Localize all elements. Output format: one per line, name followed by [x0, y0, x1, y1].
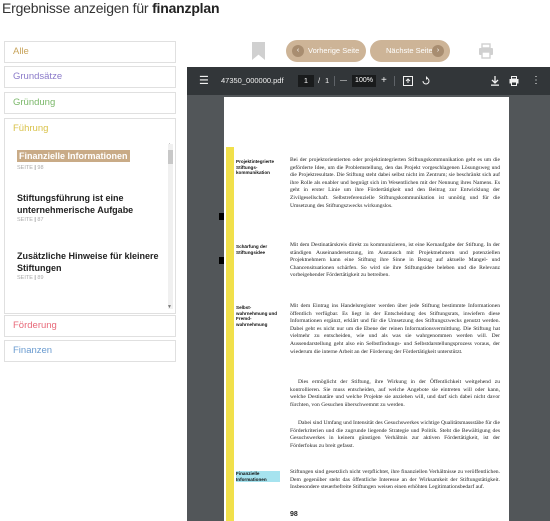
- result-page: SEITE | 89: [17, 275, 44, 281]
- page-total: 1: [325, 76, 330, 85]
- paragraph: Mit dem Destinatärskreis direkt zu kommu…: [290, 242, 500, 279]
- result-item[interactable]: Stiftungsführung ist eine unternehmerisc…: [17, 192, 162, 223]
- results-prefix: Ergebnisse anzeigen für: [2, 0, 153, 16]
- pdf-filename: 47350_000000.pdf: [221, 76, 284, 85]
- zoom-in-button[interactable]: +: [381, 67, 387, 95]
- previous-page-label: Vorherige Seite: [308, 46, 360, 55]
- margin-label-highlighted: Finanzielle Informationen: [236, 471, 280, 483]
- pdf-toolbar: ☰ 47350_000000.pdf 1 / 1 — 100% + ⋮: [187, 67, 550, 95]
- result-title: Stiftungsführung ist eine unternehmerisc…: [17, 193, 134, 215]
- margin-label: Selbst-wahrnehmung und Fremd-wahrnehmung: [236, 305, 278, 327]
- rotate-icon[interactable]: [421, 76, 431, 86]
- result-title: Finanzielle Informationen: [17, 150, 130, 162]
- pdf-page: Projektintegrierte Stiftungs-kommunikati…: [219, 97, 509, 521]
- margin-label: Projektintegrierte Stiftungs-kommunikati…: [236, 159, 275, 176]
- category-alle[interactable]: Alle: [4, 41, 176, 63]
- category-foerderung[interactable]: Förderung: [4, 315, 176, 337]
- print-icon[interactable]: [478, 43, 494, 59]
- page-marker: [219, 257, 224, 264]
- paragraph: Mit dem Eintrag ins Handelsregister werd…: [290, 303, 500, 355]
- paragraph: Bei der projektorientierten oder projekt…: [290, 157, 500, 209]
- page-number-input[interactable]: 1: [298, 75, 314, 87]
- yellow-margin-bar: [226, 147, 234, 521]
- fit-page-icon[interactable]: [403, 76, 413, 86]
- result-page: SEITE | 87: [17, 217, 44, 223]
- margin-label: Schärfung der Stiftungsidee: [236, 244, 268, 255]
- chevron-left-icon: ‹: [292, 45, 304, 57]
- chevron-right-icon: ›: [432, 45, 444, 57]
- download-icon[interactable]: [490, 76, 500, 86]
- zoom-input[interactable]: 100%: [352, 75, 376, 87]
- toolbar-divider: [394, 76, 395, 86]
- result-title: Zusätzliche Hinweise für kleinere Stiftu…: [17, 251, 159, 273]
- category-fuehrung[interactable]: Führung: [4, 118, 176, 140]
- category-grundsaetze[interactable]: Grundsätze: [4, 66, 176, 88]
- paragraph: Stiftungen sind gesetzlich nicht verpfli…: [290, 469, 500, 491]
- category-finanzen[interactable]: Finanzen: [4, 340, 176, 362]
- result-item[interactable]: Finanzielle Informationen SEITE | 98: [17, 146, 162, 171]
- zoom-out-button[interactable]: —: [340, 67, 347, 95]
- scrollbar-thumb[interactable]: [168, 150, 173, 164]
- results-header: Ergebnisse anzeigen für finanzplan: [2, 0, 220, 16]
- bookmark-icon[interactable]: [252, 42, 265, 60]
- list-scrollbar[interactable]: [168, 144, 173, 309]
- page-marker: [219, 213, 224, 220]
- page-number: 98: [290, 511, 298, 518]
- page-separator: /: [318, 76, 321, 85]
- fuehrung-results-list: Finanzielle Informationen SEITE | 98 Sti…: [4, 140, 176, 314]
- scroll-down-icon[interactable]: ▼: [167, 304, 172, 310]
- toolbar-divider: [334, 76, 335, 86]
- pdf-viewer: ☰ 47350_000000.pdf 1 / 1 — 100% + ⋮ Proj…: [187, 67, 550, 521]
- result-item[interactable]: Zusätzliche Hinweise für kleinere Stiftu…: [17, 250, 162, 281]
- paragraph: Dabei sind Umfang und Intensität des Ges…: [290, 420, 500, 449]
- viewer-print-icon[interactable]: [509, 76, 519, 86]
- category-gruendung[interactable]: Gründung: [4, 92, 176, 114]
- search-query: finanzplan: [152, 0, 220, 16]
- previous-page-button[interactable]: ‹ Vorherige Seite: [286, 40, 366, 62]
- menu-icon[interactable]: ☰: [199, 67, 209, 95]
- result-page: SEITE | 98: [17, 165, 44, 171]
- next-page-button[interactable]: Nächste Seite ›: [370, 40, 450, 62]
- more-options-icon[interactable]: ⋮: [531, 67, 541, 95]
- paragraph: Dies ermöglicht der Stiftung, ihre Wirku…: [290, 379, 500, 408]
- next-page-label: Nächste Seite: [386, 46, 433, 55]
